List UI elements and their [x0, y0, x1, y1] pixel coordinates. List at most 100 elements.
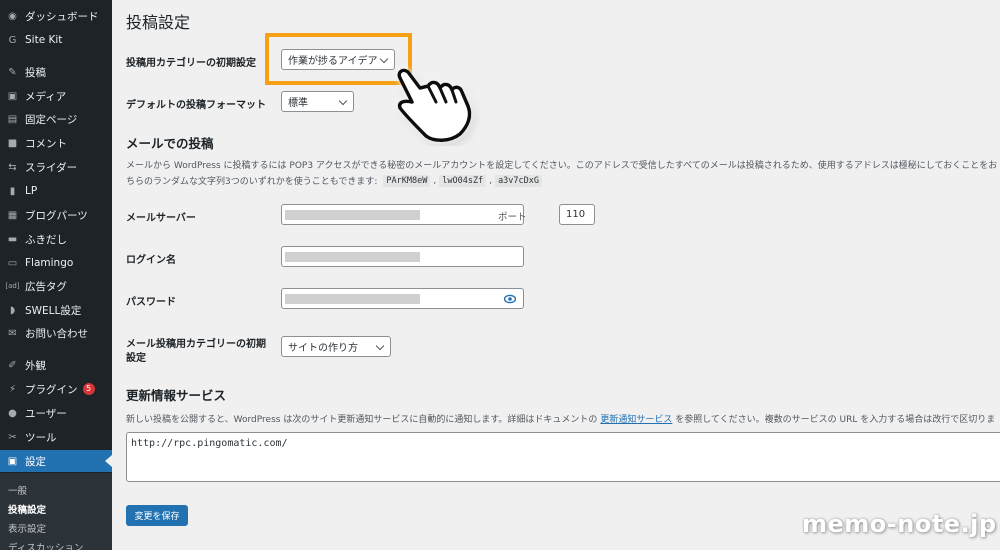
- sidebar-item-label: ブログパーツ: [25, 209, 88, 222]
- sidebar-item-label: ユーザー: [25, 407, 67, 420]
- sidebar-item-label: 投稿: [25, 66, 46, 79]
- random-code-3: a3v7cDxG: [495, 174, 543, 187]
- sidebar-item-11[interactable]: [ad] 広告タグ: [0, 275, 112, 297]
- document-icon: ▮: [9, 185, 16, 197]
- sidebar-item-15[interactable]: ⚡ プラグイン 5: [0, 378, 112, 400]
- sidebar-item-8[interactable]: ▦ ブログパーツ: [0, 204, 112, 226]
- sidebar-item-0[interactable]: ◉ ダッシュボード: [0, 5, 112, 27]
- sidebar-item-18[interactable]: ▣ 設定: [0, 450, 112, 472]
- port-value: 110: [566, 209, 586, 220]
- google-g-icon: G: [8, 34, 17, 46]
- speech-bubble-icon: ▬: [7, 233, 18, 245]
- admin-sidebar: ◉ ダッシュボード G Site Kit ✎ 投稿 ▣ メディア ▤ 固定ページ ■ コメント ⇆ スライ…: [0, 0, 112, 550]
- table-icon: ▦: [7, 209, 18, 221]
- sidebar-item-2[interactable]: ✎ 投稿: [0, 61, 112, 83]
- port-input[interactable]: 110: [559, 204, 595, 225]
- save-button[interactable]: 変更を保存: [126, 505, 188, 526]
- sidebar-item-5[interactable]: ■ コメント: [0, 132, 112, 154]
- mail-section-description: メールから WordPress に投稿するには POP3 アクセスができる秘密の…: [126, 161, 998, 171]
- brush-icon: ✐: [8, 359, 17, 371]
- settings-submenu: 一般 投稿設定 表示設定 ディスカッション: [0, 473, 112, 550]
- sidebar-item-7[interactable]: ▮ LP: [0, 180, 112, 202]
- sidebar-item-label: ふきだし: [25, 233, 67, 246]
- sidebar-item-label: 外観: [25, 359, 46, 372]
- swell-icon: ◗: [9, 304, 16, 316]
- mail-category-label-line2: 設定: [126, 353, 146, 364]
- sidebar-item-label: SWELL設定: [25, 304, 82, 317]
- submenu-discussion[interactable]: ディスカッション: [8, 540, 83, 550]
- sidebar-item-label: 固定ページ: [25, 113, 78, 126]
- password-input[interactable]: [281, 288, 524, 309]
- default-format-select[interactable]: 標準: [281, 91, 354, 112]
- sidebar-item-14[interactable]: ✐ 外観: [0, 354, 112, 376]
- sidebar-item-label: ダッシュボード: [25, 10, 99, 23]
- sidebar-item-label: 設定: [25, 455, 46, 468]
- sidebar-item-label: コメント: [25, 137, 67, 150]
- code-separator: ,: [433, 175, 437, 186]
- update-services-title: 更新情報サービス: [126, 388, 227, 403]
- pin-icon: ✎: [8, 66, 17, 78]
- update-services-desc-after: を参照してください。複数のサービスの URL を入力する場合は改行で区切りま: [675, 415, 996, 425]
- settings-icon: ▣: [7, 455, 18, 467]
- sidebar-item-9[interactable]: ▬ ふきだし: [0, 228, 112, 250]
- password-label: パスワード: [126, 297, 176, 308]
- random-code-1: PArKM8eW: [383, 174, 431, 187]
- flamingo-icon: ▭: [7, 257, 18, 269]
- sidebar-item-label: LP: [25, 185, 38, 197]
- media-icon: ▣: [7, 90, 18, 102]
- submenu-writing[interactable]: 投稿設定: [8, 502, 46, 516]
- default-format-value: 標準: [288, 98, 308, 109]
- mail-section-codes-line: ちらのランダムな文字列3つのいずれかを使うこともできます: PArKM8eW ,…: [126, 174, 543, 187]
- mail-server-input[interactable]: [281, 204, 524, 225]
- chevron-down-icon: [338, 96, 348, 106]
- submenu-reading[interactable]: 表示設定: [8, 521, 46, 535]
- sidebar-item-12[interactable]: ◗ SWELL設定: [0, 299, 112, 321]
- sidebar-item-16[interactable]: ● ユーザー: [0, 402, 112, 424]
- update-count-badge: 5: [82, 383, 95, 395]
- mail-category-select[interactable]: サイトの作り方: [281, 336, 391, 357]
- chevron-down-icon: [375, 341, 385, 351]
- mail-server-label: メールサーバー: [126, 213, 196, 224]
- mail-category-label: メール投稿用カテゴリーの初期: [126, 339, 266, 350]
- code-separator: ,: [489, 175, 493, 186]
- sidebar-item-1[interactable]: G Site Kit: [0, 29, 112, 51]
- sidebar-item-6[interactable]: ⇆ スライダー: [0, 156, 112, 178]
- redacted-value: [285, 252, 420, 262]
- update-services-desc-before: 新しい投稿を公開すると、WordPress は次のサイト更新通知サービスに自動的…: [126, 415, 598, 425]
- submenu-general[interactable]: 一般: [8, 483, 27, 497]
- sidebar-item-label: プラグイン: [25, 383, 78, 396]
- default-category-select[interactable]: 作業が捗るアイデア: [281, 49, 395, 70]
- sidebar-item-label: お問い合わせ: [25, 327, 88, 340]
- main-content: 投稿設定 投稿用カテゴリーの初期設定 作業が捗るアイデア デフォルトの投稿フォー…: [112, 0, 1000, 550]
- mail-icon: ✉: [8, 327, 17, 339]
- slider-icon: ⇆: [8, 161, 17, 173]
- login-name-label: ログイン名: [126, 255, 176, 266]
- comment-icon: ■: [7, 137, 18, 149]
- default-format-label: デフォルトの投稿フォーマット: [126, 100, 266, 111]
- sidebar-item-label: ツール: [25, 431, 57, 444]
- login-name-input[interactable]: [281, 246, 524, 267]
- update-services-textarea[interactable]: http://rpc.pingomatic.com/: [126, 432, 1000, 482]
- wrench-icon: ✂: [8, 431, 17, 443]
- sidebar-item-label: 広告タグ: [25, 280, 67, 293]
- plugin-icon: ⚡: [8, 383, 17, 395]
- update-services-link[interactable]: 更新通知サービス: [600, 415, 672, 425]
- page-title: 投稿設定: [126, 13, 191, 32]
- sidebar-item-17[interactable]: ✂ ツール: [0, 426, 112, 448]
- ping-url: http://rpc.pingomatic.com/: [131, 438, 288, 449]
- default-category-label: 投稿用カテゴリーの初期設定: [126, 58, 256, 69]
- sidebar-item-4[interactable]: ▤ 固定ページ: [0, 108, 112, 130]
- sidebar-item-3[interactable]: ▣ メディア: [0, 85, 112, 107]
- sidebar-item-label: Site Kit: [25, 34, 63, 46]
- watermark: memo-note.jp: [802, 510, 997, 538]
- sidebar-item-label: スライダー: [25, 161, 78, 174]
- sidebar-item-label: メディア: [25, 90, 67, 103]
- dashboard-icon: ◉: [8, 10, 17, 22]
- sidebar-item-10[interactable]: ▭ Flamingo: [0, 252, 112, 274]
- eye-icon[interactable]: [504, 294, 516, 304]
- random-code-2: lwO04sZf: [439, 174, 487, 187]
- sidebar-item-13[interactable]: ✉ お問い合わせ: [0, 322, 112, 344]
- mail-category-value: サイトの作り方: [288, 343, 358, 354]
- redacted-value: [285, 294, 420, 304]
- default-category-value: 作業が捗るアイデア: [288, 56, 378, 67]
